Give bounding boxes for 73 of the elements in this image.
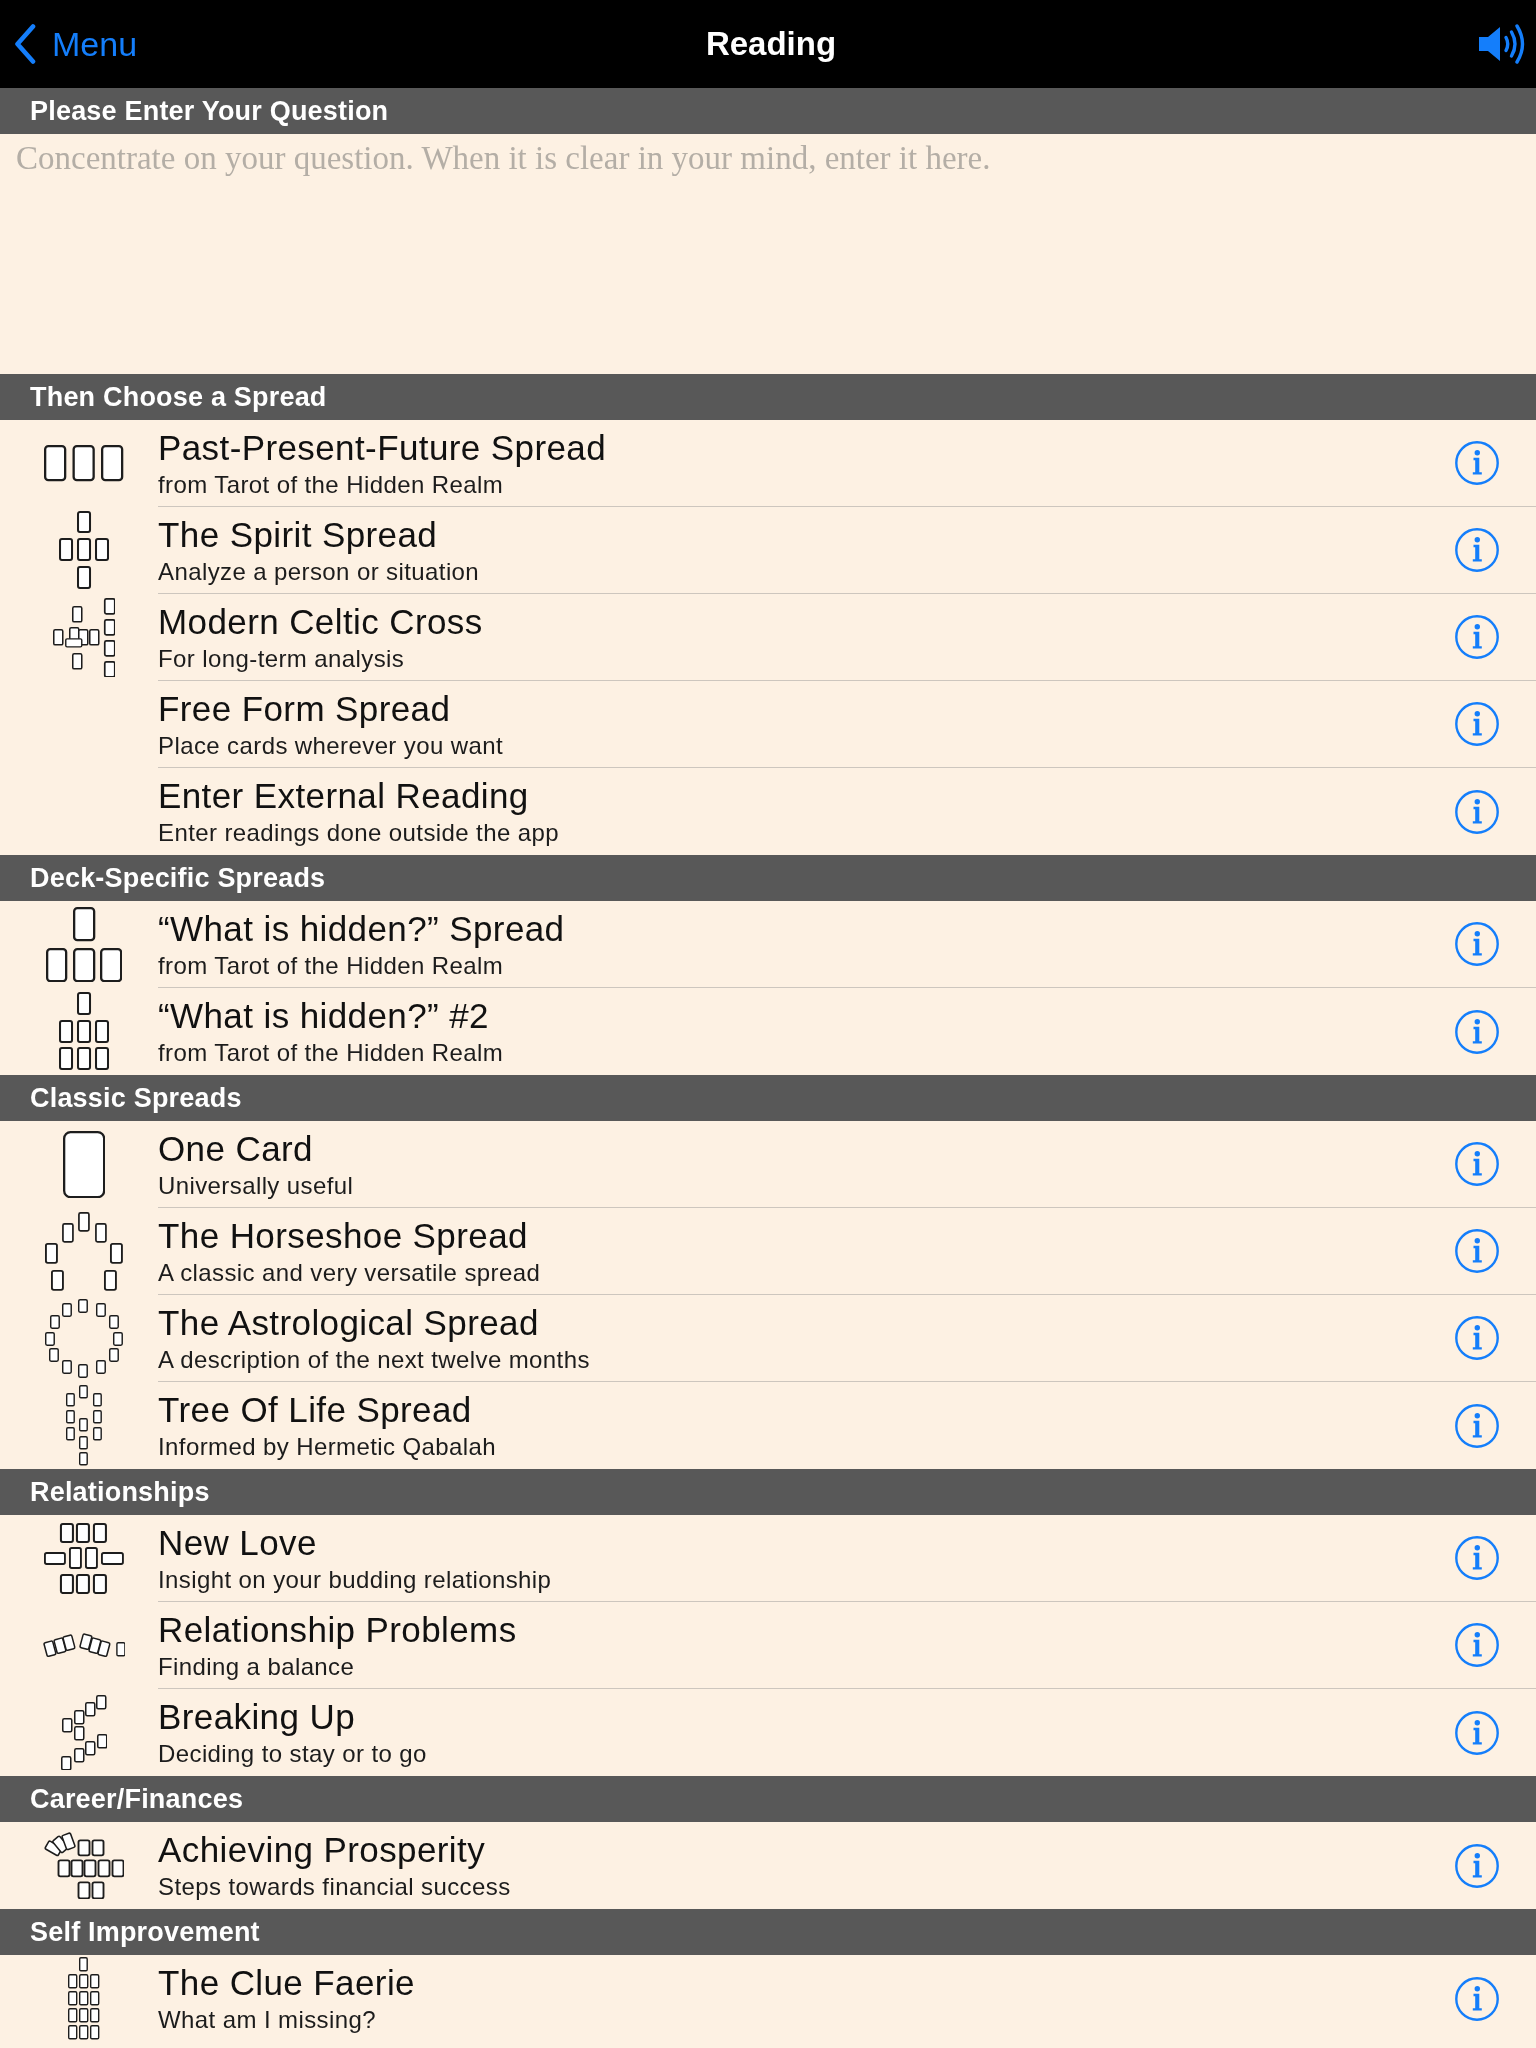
back-button[interactable]: Menu [14, 23, 138, 65]
card-ring-icon [45, 1299, 123, 1378]
section-header: Deck-Specific Spreads [0, 855, 1536, 901]
info-icon[interactable] [1455, 1403, 1499, 1448]
info-icon[interactable] [1455, 1142, 1499, 1186]
card-cross-and-column-icon [52, 597, 116, 678]
spread-title[interactable]: Breaking Up [158, 1697, 355, 1738]
card-column-icon [68, 1957, 100, 2040]
spread-subtitle: from Tarot of the Hidden Realm [158, 470, 504, 499]
spread-subtitle: Deciding to stay or to go [158, 1740, 427, 1768]
spread-title[interactable]: The Spirit Spread [158, 514, 438, 555]
question-field[interactable]: Concentrate on your question. When it is clear in your mind, enter it here. [0, 134, 1536, 374]
section-header: Self Improvement [0, 1909, 1536, 1955]
info-icon[interactable] [1455, 1316, 1499, 1360]
spread-subtitle: Place cards wherever you want [158, 731, 504, 760]
info-icon[interactable] [1455, 789, 1499, 834]
spread-subtitle: Universally useful [158, 1171, 354, 1200]
section-header: Relationships [0, 1469, 1536, 1515]
chevron-left-icon [14, 24, 36, 64]
spread-subtitle: Enter readings done outside the app [158, 819, 559, 847]
spread-title[interactable]: Tree Of Life Spread [158, 1390, 472, 1431]
tilted-cards-icon [42, 1633, 126, 1658]
spread-subtitle: What am I missing? [158, 2006, 376, 2034]
spread-subtitle: For long-term analysis [158, 644, 405, 673]
single-card-icon [62, 1130, 106, 1199]
info-icon[interactable] [1455, 702, 1499, 746]
info-icon[interactable] [1455, 1623, 1499, 1667]
spread-subtitle: Steps towards financial success [158, 1873, 511, 1901]
spread-subtitle: from Tarot of the Hidden Realm [158, 951, 504, 980]
info-icon[interactable] [1455, 528, 1499, 572]
card-cross-icon [59, 511, 109, 590]
info-icon[interactable] [1455, 1710, 1499, 1755]
spread-title[interactable]: The Clue Faerie [158, 1963, 415, 2004]
card-fan-icon [43, 1831, 125, 1900]
spread-title[interactable]: Modern Celtic Cross [158, 601, 483, 642]
card-grid-icon [59, 992, 109, 1071]
spread-subtitle: A classic and very versatile spread [158, 1258, 541, 1287]
card-tree-icon [66, 1385, 102, 1466]
info-icon[interactable] [1455, 441, 1499, 485]
spread-title[interactable]: “What is hidden?” #2 [158, 996, 489, 1037]
info-icon[interactable] [1455, 1009, 1499, 1054]
section-header: Please Enter Your Question [0, 88, 1536, 134]
spread-title[interactable]: One Card [158, 1128, 313, 1169]
spread-title[interactable]: Free Form Spread [158, 688, 451, 729]
spread-subtitle: Insight on your budding relationship [158, 1565, 552, 1594]
info-icon[interactable] [1455, 1229, 1499, 1273]
spread-title[interactable]: Enter External Reading [158, 776, 529, 817]
spread-subtitle: Finding a balance [158, 1652, 355, 1681]
spread-title[interactable]: The Astrological Spread [158, 1302, 539, 1343]
spread-title[interactable]: New Love [158, 1522, 317, 1563]
spread-title[interactable]: Achieving Prosperity [158, 1830, 486, 1871]
spread-title[interactable]: Relationship Problems [158, 1609, 517, 1650]
spread-title[interactable]: “What is hidden?” Spread [158, 908, 565, 949]
spread-subtitle: Analyze a person or situation [158, 557, 480, 586]
card-pyramid-icon [45, 906, 123, 983]
three-cards-icon [44, 445, 124, 482]
info-icon[interactable] [1455, 1536, 1499, 1580]
spread-subtitle: from Tarot of the Hidden Realm [158, 1039, 504, 1067]
info-icon[interactable] [1455, 922, 1499, 966]
spread-subtitle: Informed by Hermetic Qabalah [158, 1433, 496, 1461]
spread-subtitle: A description of the next twelve months [158, 1345, 590, 1374]
info-icon[interactable] [1455, 1843, 1499, 1888]
section-header: Classic Spreads [0, 1075, 1536, 1121]
spread-title[interactable]: The Horseshoe Spread [158, 1215, 528, 1256]
card-zigzag-icon [60, 1694, 108, 1771]
card-arc-icon [45, 1212, 123, 1291]
info-icon[interactable] [1455, 615, 1499, 659]
section-header: Then Choose a Spread [0, 374, 1536, 420]
spread-title[interactable]: Past-Present-Future Spread [158, 427, 607, 468]
card-cross-grid-icon [44, 1523, 124, 1594]
screen-title: Reading [705, 25, 837, 63]
info-icon[interactable] [1455, 1976, 1499, 2021]
section-header: Career/Finances [0, 1776, 1536, 1822]
